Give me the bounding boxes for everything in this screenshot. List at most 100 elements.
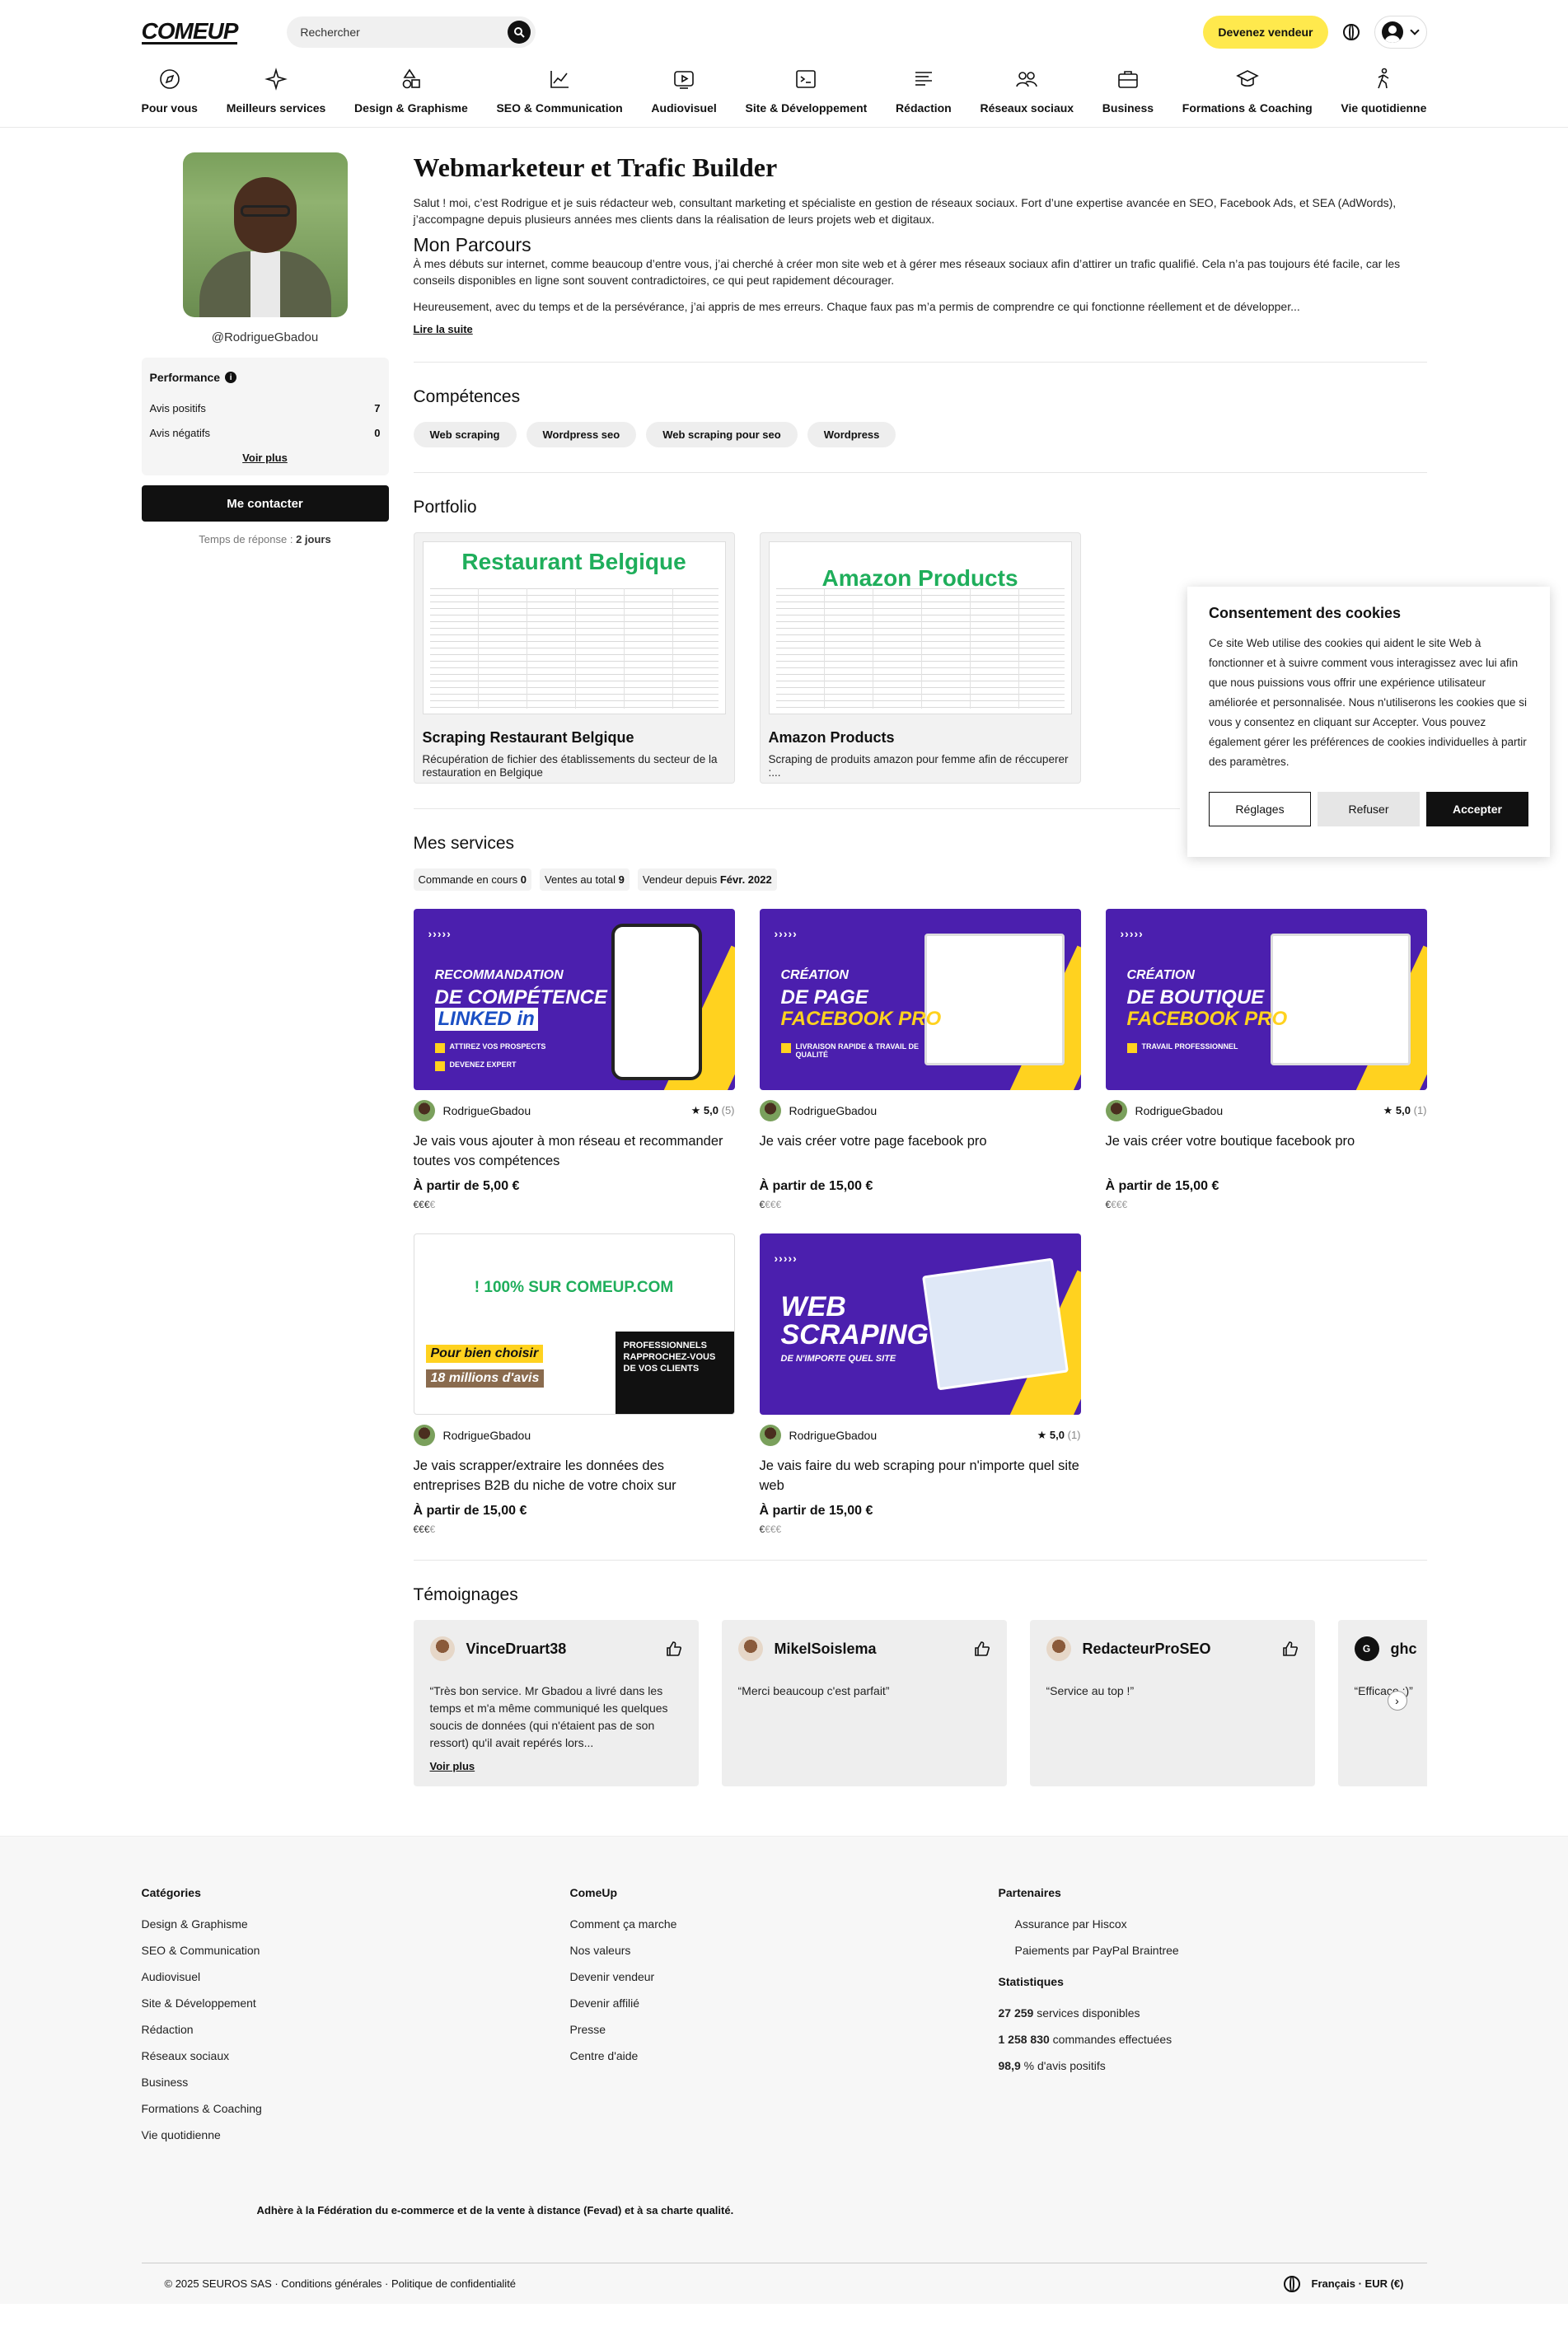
sparkle-icon <box>264 68 288 93</box>
seller-name[interactable]: RodrigueGbadou <box>443 1429 531 1442</box>
service-image[interactable]: ! 100% SUR COMEUP.COM Pour bien choisir 18… <box>413 1233 735 1415</box>
footer-link[interactable]: Presse <box>570 2023 999 2036</box>
negative-reviews-value: 0 <box>374 427 381 439</box>
skill-tag[interactable]: Wordpress seo <box>526 422 637 447</box>
footer-link[interactable]: Design & Graphisme <box>142 1917 570 1931</box>
category-label: Pour vous <box>141 101 198 115</box>
price-level-inactive: €€€ <box>1111 1199 1128 1210</box>
see-more-link[interactable]: Voir plus <box>150 452 381 464</box>
carousel-next-icon[interactable]: › <box>1387 1691 1407 1711</box>
service-title[interactable]: Je vais scrapper/extraire les données de… <box>414 1456 735 1495</box>
footer-link[interactable]: Devenir vendeur <box>570 1970 999 1983</box>
contact-button[interactable]: Me contacter <box>141 485 389 522</box>
footer-link[interactable]: Audiovisuel <box>142 1970 570 1983</box>
service-seller: RodrigueGbadou ★ 5,0 (1) <box>759 1425 1081 1446</box>
category-9[interactable]: Formations & Coaching <box>1182 68 1313 115</box>
service-title[interactable]: Je vais vous ajouter à mon réseau et rec… <box>414 1131 735 1171</box>
service-card[interactable]: ››››› CRÉATION DE PAGE FACEBOOK PRO LIVRAISO… <box>759 909 1081 1210</box>
price-level-inactive: € <box>429 1199 436 1210</box>
category-8[interactable]: Business <box>1102 68 1154 115</box>
service-title[interactable]: Je vais créer votre boutique facebook pr… <box>1106 1131 1427 1171</box>
footer-link[interactable]: Devenir affilié <box>570 1996 999 2010</box>
footer-link[interactable]: Comment ça marche <box>570 1917 999 1931</box>
search-input[interactable]: Rechercher <box>287 16 536 48</box>
service-card[interactable]: ››››› RECOMMANDATION DE COMPÉTENCE LINKED i… <box>413 909 735 1210</box>
graduation-icon <box>1235 68 1259 93</box>
seller-name[interactable]: RodrigueGbadou <box>789 1104 878 1117</box>
copyright[interactable]: © 2025 SEUROS SAS · Conditions générales… <box>165 2277 517 2290</box>
info-icon[interactable]: i <box>225 372 237 383</box>
fevad-notice: Adhère à la Fédération du e-commerce et … <box>256 2204 734 2216</box>
globe-icon[interactable] <box>1342 24 1360 40</box>
skills-list: Web scraping Wordpress seo Web scraping po… <box>413 422 1427 447</box>
service-card[interactable]: ! 100% SUR COMEUP.COM Pour bien choisir 18… <box>413 1233 735 1535</box>
service-card[interactable]: ››››› CRÉATION DE BOUTIQUE FACEBOOK PRO TRAV… <box>1105 909 1427 1210</box>
footer-link[interactable]: Assurance par Hiscox <box>999 1917 1427 1931</box>
account-menu[interactable] <box>1374 16 1427 49</box>
skill-tag[interactable]: Wordpress <box>807 422 896 447</box>
footer-link[interactable]: Business <box>142 2076 570 2089</box>
cookie-settings-button[interactable]: Réglages <box>1209 792 1312 826</box>
category-1[interactable]: Meilleurs services <box>226 68 326 115</box>
rating-count: (1) <box>1411 1104 1427 1116</box>
profile-title: Webmarketeur et Trafic Builder <box>413 152 778 182</box>
footer-link[interactable]: Réseaux sociaux <box>142 2049 570 2062</box>
category-label: Meilleurs services <box>226 101 326 115</box>
service-price: À partir de 5,00 € <box>413 1179 520 1193</box>
testimonial-see-more[interactable]: Voir plus <box>430 1760 475 1772</box>
reviewer-name: VinceDruart38 <box>466 1640 567 1657</box>
spreadsheet-columns <box>429 588 718 709</box>
portfolio-card[interactable]: Amazon Products Amazon Products Scraping d… <box>759 532 1081 784</box>
portfolio-image-title: Amazon Products <box>821 565 1018 591</box>
category-10[interactable]: Vie quotidienne <box>1341 68 1426 115</box>
service-title[interactable]: Je vais faire du web scraping pour n'imp… <box>760 1456 1081 1495</box>
footer-link[interactable]: SEO & Communication <box>142 1944 570 1957</box>
price-level-inactive: €€€ <box>765 1524 782 1535</box>
read-more-link[interactable]: Lire la suite <box>414 323 473 335</box>
category-7[interactable]: Réseaux sociaux <box>980 68 1074 115</box>
service-image-badge: DEVENEZ EXPERT <box>434 1060 600 1072</box>
category-4[interactable]: Audiovisuel <box>651 68 717 115</box>
seller-name[interactable]: RodrigueGbadou <box>1135 1104 1224 1117</box>
cookie-refuse-button[interactable]: Refuser <box>1318 792 1420 826</box>
testimonial-card: MikelSoislema “Merci beaucoup c'est parfa… <box>721 1620 1007 1786</box>
portfolio-card[interactable]: Restaurant Belgique Scraping Restaurant B… <box>413 532 735 784</box>
language-selector[interactable]: Français · EUR (€) <box>1283 2275 1404 2292</box>
skill-tag[interactable]: Web scraping pour seo <box>646 422 798 447</box>
category-6[interactable]: Rédaction <box>896 68 952 115</box>
briefcase-icon <box>1116 68 1140 93</box>
service-image-badge: TRAVAIL PROFESSIONNEL <box>1126 1042 1292 1054</box>
footer-link[interactable]: Paiements par PayPal Braintree <box>999 1944 1427 1957</box>
category-3[interactable]: SEO & Communication <box>496 68 623 115</box>
footer-link[interactable]: Nos valeurs <box>570 1944 999 1957</box>
cookie-accept-button[interactable]: Accepter <box>1426 792 1528 826</box>
stat-value: 9 <box>618 873 625 886</box>
service-card[interactable]: ››››› WEB SCRAPING DE N'IMPORTE QUEL SITE Ro… <box>759 1233 1081 1535</box>
category-5[interactable]: Site & Développement <box>746 68 867 115</box>
footer-link[interactable]: Centre d'aide <box>570 2049 999 2062</box>
footer: Catégories Design & Graphisme SEO & Commu… <box>0 1836 1568 2304</box>
comeup-logo[interactable]: COMEUP <box>141 19 238 44</box>
seller-name[interactable]: RodrigueGbadou <box>443 1104 531 1117</box>
skill-tag[interactable]: Web scraping <box>413 422 517 447</box>
become-seller-button[interactable]: Devenez vendeur <box>1203 16 1328 49</box>
category-0[interactable]: Pour vous <box>142 68 198 115</box>
footer-link[interactable]: Site & Développement <box>142 1996 570 2010</box>
footer-link[interactable]: Formations & Coaching <box>142 2102 570 2115</box>
service-image[interactable]: ››››› WEB SCRAPING DE N'IMPORTE QUEL SITE <box>759 1233 1081 1415</box>
portfolio-title: Amazon Products <box>768 729 895 746</box>
seller-name[interactable]: RodrigueGbadou <box>789 1429 878 1442</box>
service-title[interactable]: Je vais créer votre page facebook pro <box>760 1131 1081 1171</box>
footer-link[interactable]: Vie quotidienne <box>142 2128 570 2141</box>
footer-stat-label: services disponibles <box>1033 2006 1140 2020</box>
seller-avatar <box>759 1425 781 1446</box>
service-image[interactable]: ››››› RECOMMANDATION DE COMPÉTENCE LINKED i… <box>413 909 735 1090</box>
footer-partners: Partenaires Assurance par Hiscox Paiement… <box>999 1886 1427 2155</box>
footer-stat-label: % d'avis positifs <box>1020 2059 1106 2072</box>
category-2[interactable]: Design & Graphisme <box>354 68 468 115</box>
service-image[interactable]: ››››› CRÉATION DE PAGE FACEBOOK PRO LIVRAISO… <box>759 909 1081 1090</box>
service-image[interactable]: ››››› CRÉATION DE BOUTIQUE FACEBOOK PRO TRAV… <box>1105 909 1427 1090</box>
price-level: €€€€ <box>760 1199 1081 1210</box>
search-icon[interactable] <box>508 21 531 44</box>
footer-link[interactable]: Rédaction <box>142 2023 570 2036</box>
